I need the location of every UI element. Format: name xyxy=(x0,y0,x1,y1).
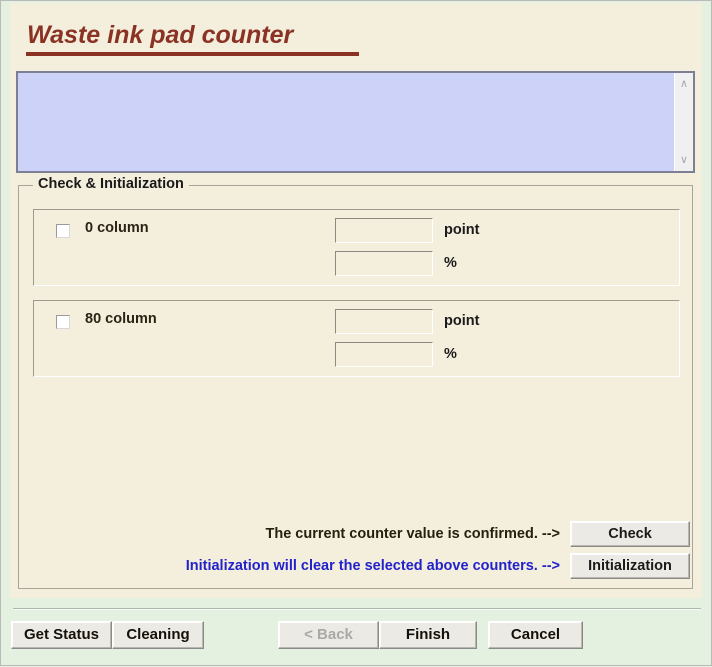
check-button[interactable]: Check xyxy=(570,521,690,547)
cancel-button[interactable]: Cancel xyxy=(488,621,583,649)
label-80-column: 80 column xyxy=(85,311,157,327)
unit-0-column-percent: % xyxy=(444,255,457,271)
scroll-down-arrow-icon[interactable]: ∨ xyxy=(675,152,693,168)
get-status-button[interactable]: Get Status xyxy=(11,621,112,649)
check-initialization-group: Check & Initialization 0 column point % … xyxy=(18,176,693,589)
footer-separator xyxy=(13,608,701,610)
counter-panel-80-column: 80 column point % xyxy=(33,300,680,377)
application-window: Waste ink pad counter ∧ ∨ Check & Initia… xyxy=(0,0,712,666)
input-80-column-percent[interactable] xyxy=(335,342,433,367)
initialization-action-text: Initialization will clear the selected a… xyxy=(185,558,560,574)
unit-0-column-point: point xyxy=(444,222,480,238)
input-0-column-point[interactable] xyxy=(335,218,433,243)
unit-80-column-percent: % xyxy=(444,346,457,362)
log-scrollbar[interactable]: ∧ ∨ xyxy=(674,73,695,171)
counter-panel-0-column: 0 column point % xyxy=(33,209,680,286)
check-action-text: The current counter value is confirmed. … xyxy=(265,526,561,542)
finish-button[interactable]: Finish xyxy=(379,621,477,649)
input-80-column-point[interactable] xyxy=(335,309,433,334)
log-output-area[interactable]: ∧ ∨ xyxy=(16,71,695,173)
input-0-column-percent[interactable] xyxy=(335,251,433,276)
check-action-row: The current counter value is confirmed. … xyxy=(19,521,690,547)
scroll-up-arrow-icon[interactable]: ∧ xyxy=(675,76,693,92)
initialization-action-row: Initialization will clear the selected a… xyxy=(19,553,690,579)
initialization-button[interactable]: Initialization xyxy=(570,553,690,579)
unit-80-column-point: point xyxy=(444,313,480,329)
footer-button-bar: Get Status Cleaning < Back Finish Cancel xyxy=(1,613,712,667)
page-title-underline xyxy=(26,52,359,56)
main-panel: Waste ink pad counter ∧ ∨ Check & Initia… xyxy=(10,3,702,598)
log-output-text[interactable] xyxy=(18,73,674,171)
label-0-column: 0 column xyxy=(85,220,149,236)
group-legend: Check & Initialization xyxy=(33,176,189,192)
page-title: Waste ink pad counter xyxy=(27,21,294,49)
checkbox-80-column[interactable] xyxy=(56,315,70,329)
back-button[interactable]: < Back xyxy=(278,621,379,649)
checkbox-0-column[interactable] xyxy=(56,224,70,238)
cleaning-button[interactable]: Cleaning xyxy=(112,621,204,649)
